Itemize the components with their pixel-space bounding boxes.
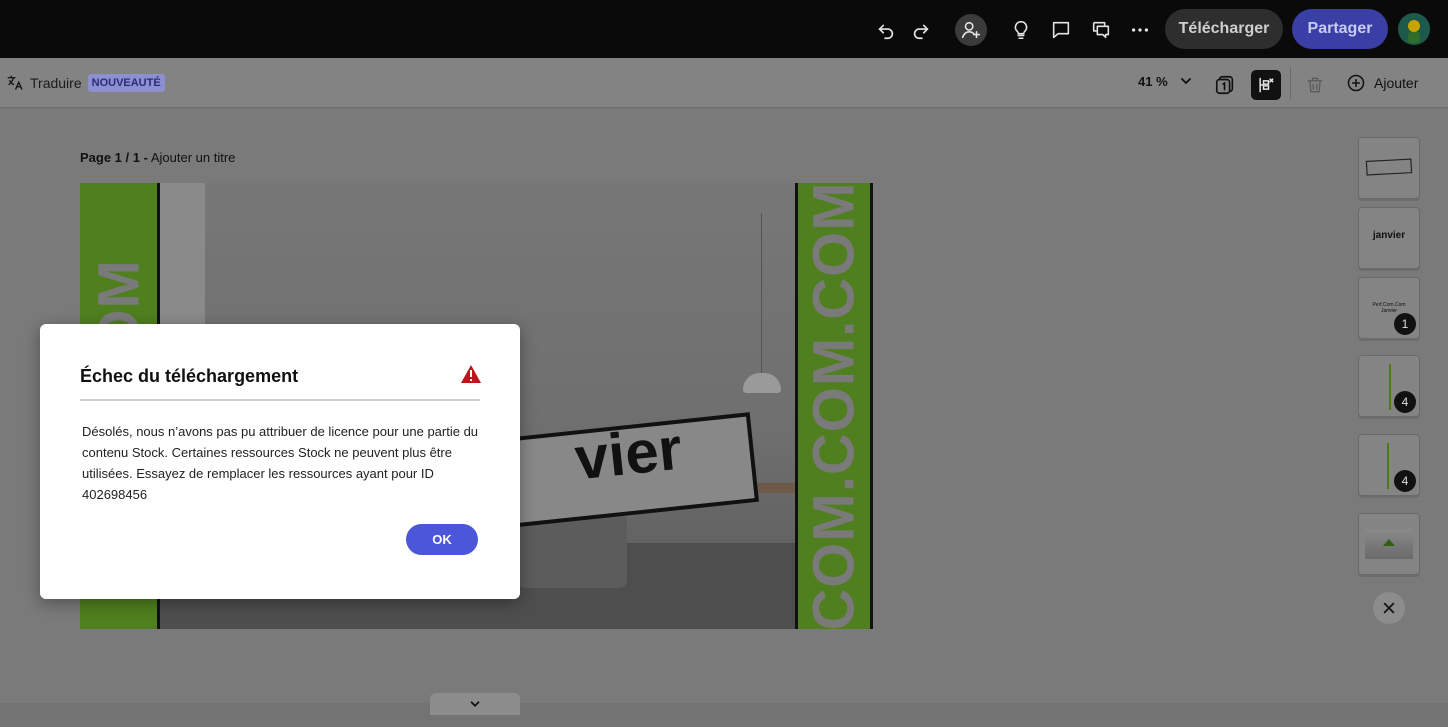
- close-icon: [1383, 602, 1395, 614]
- page-number: Page 1 / 1 -: [80, 150, 148, 165]
- undo-icon[interactable]: [870, 14, 902, 46]
- thumbnail-item[interactable]: Perf.Com.Com Janvier 1: [1358, 277, 1420, 339]
- add-person-icon[interactable]: [955, 14, 987, 46]
- share-button[interactable]: Partager: [1292, 9, 1388, 49]
- chat-icon[interactable]: [1085, 14, 1117, 46]
- thumbnail-item[interactable]: janvier: [1358, 207, 1420, 269]
- grid-view-icon[interactable]: [1251, 70, 1281, 100]
- layer-count-badge: 4: [1394, 470, 1416, 492]
- bottom-panel: [0, 703, 1448, 727]
- download-button[interactable]: Télécharger: [1165, 9, 1283, 49]
- right-green-strip: COM.COM.COM: [795, 183, 873, 629]
- add-page-button[interactable]: Ajouter: [1346, 71, 1418, 95]
- more-icon[interactable]: [1124, 14, 1156, 46]
- layer-count-badge: 1: [1394, 313, 1416, 335]
- thumbnail-item[interactable]: [1358, 137, 1420, 199]
- new-badge: NOUVEAUTÉ: [87, 74, 165, 92]
- chevron-down-icon[interactable]: [1178, 73, 1194, 89]
- banner-text: vier: [571, 414, 685, 493]
- dialog-divider: [80, 399, 480, 401]
- thumbnail-item[interactable]: [1358, 513, 1420, 575]
- page-title-input[interactable]: Ajouter un titre: [151, 150, 236, 165]
- warning-icon: [461, 365, 481, 383]
- translate-button[interactable]: Traduire NOUVEAUTÉ: [6, 72, 165, 94]
- translate-icon: [7, 75, 23, 90]
- plus-circle-icon: [1347, 74, 1365, 92]
- photo-thumbnail-image: [1365, 529, 1413, 559]
- lamp-wire-shape: [761, 213, 762, 373]
- comment-icon[interactable]: [1045, 14, 1077, 46]
- page-label: Page 1 / 1 - Ajouter un titre: [80, 150, 235, 165]
- ok-button[interactable]: OK: [406, 524, 478, 555]
- trash-icon[interactable]: [1300, 70, 1330, 100]
- green-line-shape: [1389, 364, 1391, 410]
- error-dialog: Échec du téléchargement Désolés, nous n’…: [40, 324, 520, 599]
- page-count-icon[interactable]: [1210, 70, 1240, 100]
- rectangle-shape-icon: [1365, 158, 1413, 176]
- translate-label: Traduire: [30, 75, 82, 91]
- thumbnail-item[interactable]: 4: [1358, 434, 1420, 496]
- green-line-shape: [1387, 443, 1389, 489]
- collapse-tab[interactable]: [430, 693, 520, 715]
- thumbnail-text: janvier: [1372, 230, 1406, 241]
- avatar[interactable]: [1398, 13, 1430, 45]
- top-bar: Télécharger Partager: [0, 0, 1448, 58]
- zoom-level[interactable]: 41 %: [1138, 74, 1168, 89]
- layer-count-badge: 4: [1394, 391, 1416, 413]
- close-panel-button[interactable]: [1373, 592, 1405, 624]
- lightbulb-icon[interactable]: [1005, 14, 1037, 46]
- thumbnail-item[interactable]: 4: [1358, 355, 1420, 417]
- toolbar-divider: [1290, 67, 1291, 99]
- redo-icon[interactable]: [905, 14, 937, 46]
- canvas-toolbar: Traduire NOUVEAUTÉ 41 % Ajouter: [0, 58, 1448, 108]
- dialog-title: Échec du téléchargement: [80, 366, 299, 386]
- dialog-message: Désolés, nous n’avons pas pu attribuer d…: [82, 424, 479, 502]
- add-label: Ajouter: [1374, 75, 1419, 91]
- chevron-down-icon: [470, 701, 480, 707]
- right-strip-text: COM.COM.COM: [801, 183, 867, 629]
